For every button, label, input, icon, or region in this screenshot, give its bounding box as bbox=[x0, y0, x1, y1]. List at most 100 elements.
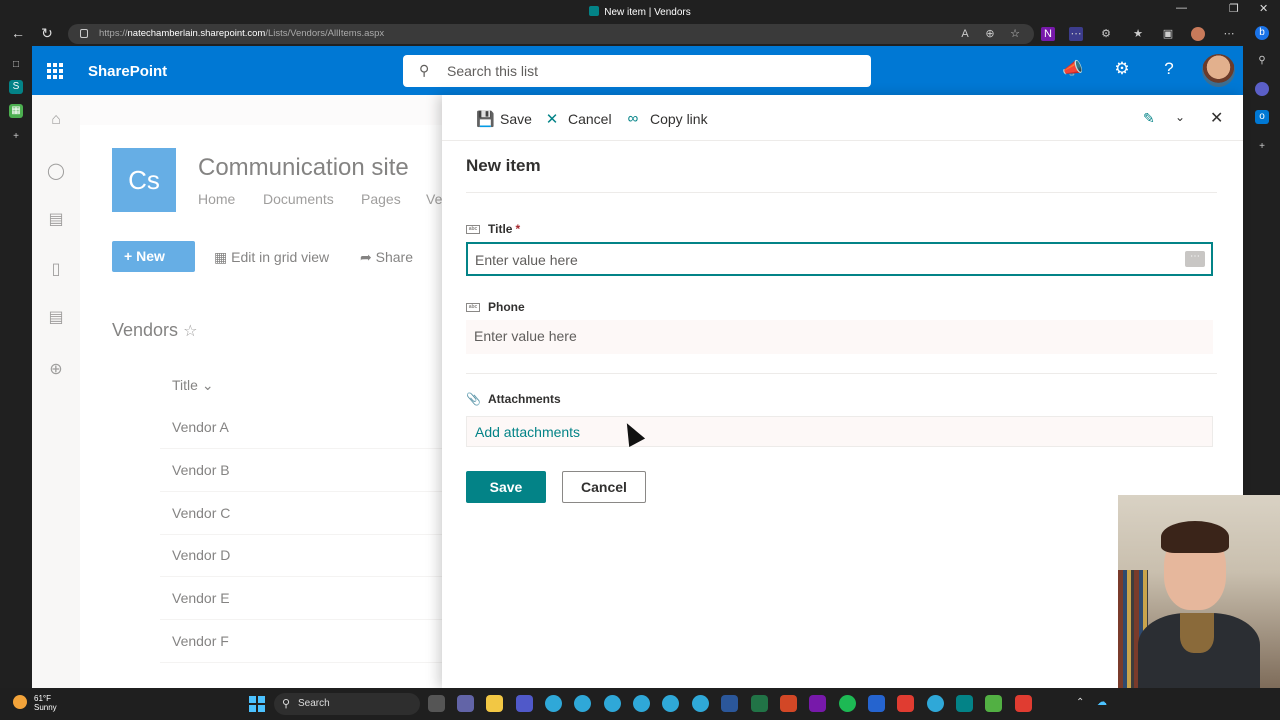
weather-widget[interactable]: 61°F Sunny bbox=[34, 694, 57, 712]
avatar[interactable] bbox=[1202, 54, 1235, 87]
snagit-icon[interactable] bbox=[897, 695, 914, 712]
panel-title: New item bbox=[466, 156, 541, 175]
required-asterisk: * bbox=[515, 222, 521, 236]
word-icon[interactable] bbox=[721, 695, 738, 712]
edge-icon[interactable] bbox=[545, 695, 562, 712]
onenote-extension-icon[interactable]: N bbox=[1041, 27, 1055, 41]
lock-icon bbox=[80, 29, 88, 38]
edit-form-icon[interactable]: ✎ bbox=[1143, 110, 1155, 127]
bing-icon[interactable]: b bbox=[1255, 26, 1269, 40]
weather-condition: Sunny bbox=[34, 703, 57, 712]
text-field-icon: abc bbox=[466, 224, 480, 234]
help-icon[interactable]: ? bbox=[1158, 59, 1180, 79]
taskbar: 61°F Sunny ⚲ Search ⌃ ☁ bbox=[0, 688, 1280, 720]
phone-field-label: abc Phone bbox=[466, 300, 525, 314]
office-tab-icon[interactable]: ▦ bbox=[9, 104, 23, 118]
file-explorer-icon[interactable] bbox=[486, 695, 503, 712]
teams-icon[interactable] bbox=[516, 695, 533, 712]
toolbar-save-button[interactable]: 💾 Save bbox=[476, 110, 532, 128]
maximize-icon[interactable]: ❐ bbox=[1229, 2, 1239, 15]
new-tab-icon[interactable]: + bbox=[9, 130, 23, 144]
link-icon: ∞ bbox=[627, 110, 639, 127]
edge-icon[interactable] bbox=[662, 695, 679, 712]
edge-icon[interactable] bbox=[633, 695, 650, 712]
search-icon: ⚲ bbox=[282, 698, 291, 710]
url-field[interactable]: https://natechamberlain.sharepoint.com/L… bbox=[68, 24, 1034, 44]
attachments-field-label: 📎 Attachments bbox=[466, 392, 561, 406]
more-options-icon[interactable]: ⋯ bbox=[1185, 251, 1205, 267]
taskbar-search[interactable]: ⚲ Search bbox=[274, 693, 420, 715]
more-icon[interactable]: ⋯ bbox=[1222, 27, 1236, 41]
title-field-label: abc Title * bbox=[466, 222, 520, 236]
minimize-icon[interactable]: — bbox=[1176, 2, 1187, 14]
camtasia-recorder-icon[interactable] bbox=[1015, 695, 1032, 712]
copy-link-button[interactable]: ∞ Copy link bbox=[624, 110, 708, 127]
close-window-icon[interactable]: ✕ bbox=[1259, 2, 1268, 15]
app-launcher-icon[interactable] bbox=[47, 63, 63, 79]
back-icon[interactable]: ← bbox=[9, 25, 27, 41]
search-icon: ⚲ bbox=[419, 62, 430, 78]
edge-icon[interactable] bbox=[574, 695, 591, 712]
start-button-icon[interactable] bbox=[249, 696, 265, 712]
excel-icon[interactable] bbox=[751, 695, 768, 712]
save-icon: 💾 bbox=[476, 111, 495, 128]
extension-icon[interactable]: ⋯ bbox=[1069, 27, 1083, 41]
save-button[interactable]: Save bbox=[466, 471, 546, 503]
sidebar-copilot-icon[interactable] bbox=[1255, 82, 1269, 96]
edge-vertical-tabs: □ S ▦ + bbox=[0, 46, 32, 688]
taskbar-search-label: Search bbox=[298, 698, 330, 709]
panel-command-bar: 💾 Save ✕ Cancel ∞ Copy link ✎ ⌄ ✕ bbox=[442, 95, 1243, 141]
todo-icon[interactable] bbox=[868, 695, 885, 712]
title-input[interactable]: Enter value here ⋯ bbox=[466, 242, 1213, 276]
favorite-add-icon[interactable]: ☆ bbox=[1008, 27, 1022, 41]
phone-input[interactable]: Enter value here bbox=[466, 320, 1213, 354]
sharepoint-tab-icon[interactable]: S bbox=[9, 80, 23, 94]
edge-icon[interactable] bbox=[927, 695, 944, 712]
favorites-icon[interactable]: ★ bbox=[1131, 27, 1145, 41]
attachments-label-text: Attachments bbox=[488, 392, 561, 406]
read-aloud-icon[interactable]: A bbox=[958, 27, 972, 41]
tab-title: New item | Vendors bbox=[604, 7, 691, 18]
onedrive-icon[interactable]: ☁ bbox=[1097, 697, 1107, 708]
zoom-icon[interactable]: ⊕ bbox=[983, 27, 997, 41]
sidebar-outlook-icon[interactable]: o bbox=[1255, 110, 1269, 124]
extensions-icon[interactable]: ⚙ bbox=[1099, 27, 1113, 41]
powerpoint-icon[interactable] bbox=[780, 695, 797, 712]
spotify-icon[interactable] bbox=[839, 695, 856, 712]
sharepoint-icon[interactable] bbox=[956, 695, 973, 712]
close-icon: ✕ bbox=[545, 111, 559, 128]
panel-overlay[interactable] bbox=[32, 95, 442, 688]
add-attachments-link[interactable]: Add attachments bbox=[466, 416, 1213, 447]
megaphone-icon[interactable]: 📣 bbox=[1062, 59, 1084, 79]
sidebar-search-icon[interactable]: ⚲ bbox=[1255, 54, 1269, 68]
toolbar-save-label: Save bbox=[500, 111, 532, 127]
chevron-down-icon[interactable]: ⌄ bbox=[1175, 110, 1185, 124]
toolbar-cancel-button[interactable]: ✕ Cancel bbox=[544, 110, 612, 128]
collections-icon[interactable]: ▣ bbox=[1161, 27, 1175, 41]
phone-placeholder: Enter value here bbox=[474, 328, 577, 344]
onenote-icon[interactable] bbox=[809, 695, 826, 712]
url-path: /Lists/Vendors/AllItems.aspx bbox=[265, 28, 385, 39]
chat-icon[interactable] bbox=[457, 695, 474, 712]
search-placeholder: Search this list bbox=[447, 63, 539, 79]
divider bbox=[466, 373, 1217, 374]
chevron-up-icon[interactable]: ⌃ bbox=[1076, 697, 1084, 708]
phone-label-text: Phone bbox=[488, 300, 525, 314]
weather-sun-icon[interactable] bbox=[13, 695, 27, 709]
sidebar-add-icon[interactable]: + bbox=[1255, 140, 1269, 154]
close-panel-icon[interactable]: ✕ bbox=[1210, 108, 1223, 128]
tab-actions-icon[interactable]: □ bbox=[9, 58, 23, 72]
divider bbox=[466, 192, 1217, 193]
task-view-icon[interactable] bbox=[428, 695, 445, 712]
weather-temperature: 61°F bbox=[34, 694, 51, 703]
search-input[interactable]: ⚲ Search this list bbox=[403, 55, 871, 87]
edge-icon[interactable] bbox=[604, 695, 621, 712]
edge-icon[interactable] bbox=[692, 695, 709, 712]
cancel-button[interactable]: Cancel bbox=[562, 471, 646, 503]
camtasia-icon[interactable] bbox=[985, 695, 1002, 712]
gear-icon[interactable]: ⚙ bbox=[1111, 59, 1133, 79]
profile-icon[interactable] bbox=[1191, 27, 1205, 41]
refresh-icon[interactable]: ↻ bbox=[38, 25, 56, 42]
sharepoint-brand[interactable]: SharePoint bbox=[88, 63, 167, 80]
title-label-text: Title bbox=[488, 222, 513, 236]
